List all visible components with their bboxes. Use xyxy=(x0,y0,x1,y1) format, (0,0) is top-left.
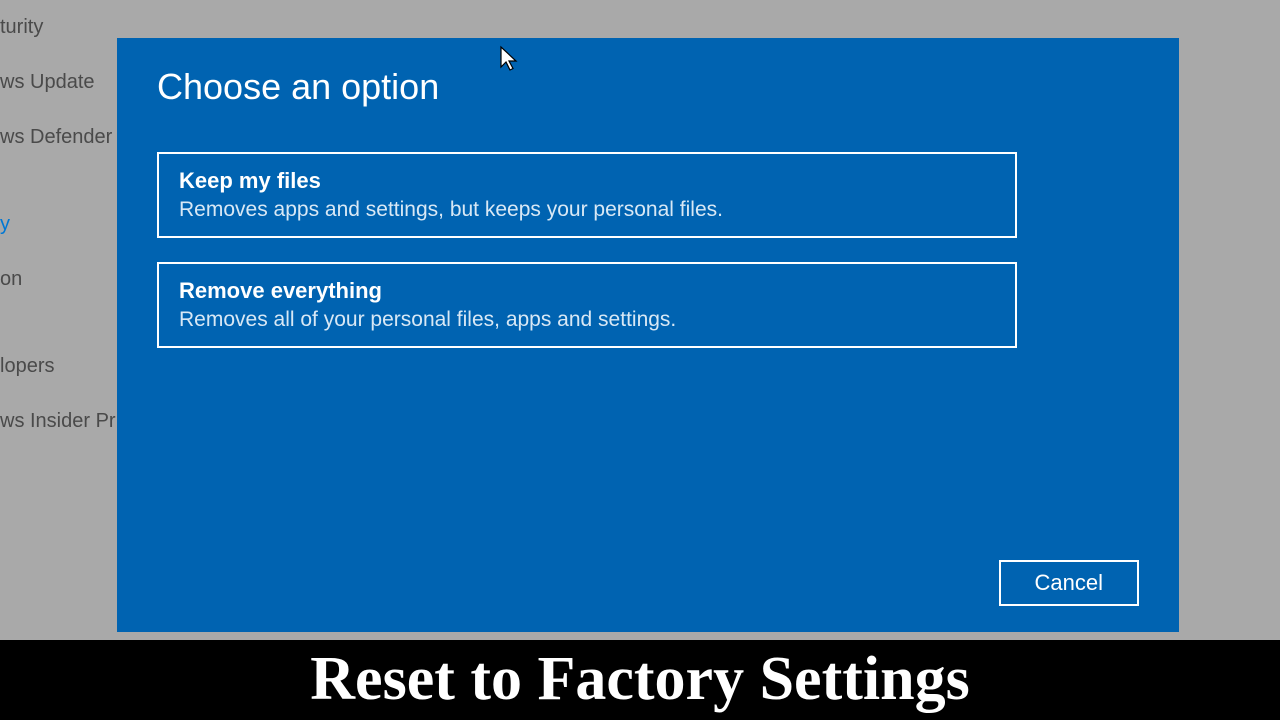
reset-pc-dialog: Choose an option Keep my files Removes a… xyxy=(117,38,1179,632)
sidebar-item-windows-update[interactable]: ws Update xyxy=(0,55,130,110)
option-keep-my-files[interactable]: Keep my files Removes apps and settings,… xyxy=(157,152,1017,238)
sidebar-item-label: ws Defender xyxy=(0,126,112,148)
dialog-footer: Cancel xyxy=(157,560,1139,606)
sidebar-item-insider-program[interactable]: ws Insider Pr xyxy=(0,394,130,449)
sidebar-item-security[interactable]: turity xyxy=(0,0,130,55)
sidebar-item-developers[interactable]: lopers xyxy=(0,339,130,394)
sidebar-item-recovery[interactable]: y xyxy=(0,197,130,252)
dialog-title: Choose an option xyxy=(157,66,1139,108)
sidebar-item-activation[interactable]: on xyxy=(0,252,130,307)
option-remove-everything[interactable]: Remove everything Removes all of your pe… xyxy=(157,262,1017,348)
option-desc: Removes all of your personal files, apps… xyxy=(179,308,995,332)
sidebar-item-label: lopers xyxy=(0,355,54,377)
cancel-button[interactable]: Cancel xyxy=(999,560,1139,606)
sidebar-item-empty[interactable] xyxy=(0,165,130,197)
sidebar-item-label: turity xyxy=(0,16,43,38)
option-desc: Removes apps and settings, but keeps you… xyxy=(179,198,995,222)
settings-sidebar: turity ws Update ws Defender y on lopers… xyxy=(0,0,130,449)
sidebar-item-empty2[interactable] xyxy=(0,307,130,339)
sidebar-item-windows-defender[interactable]: ws Defender xyxy=(0,110,130,165)
option-title: Remove everything xyxy=(179,278,995,304)
sidebar-item-label: ws Update xyxy=(0,71,95,93)
sidebar-item-label: on xyxy=(0,268,22,290)
option-title: Keep my files xyxy=(179,168,995,194)
sidebar-item-label: ws Insider Pr xyxy=(0,410,116,432)
sidebar-item-label: y xyxy=(0,213,10,235)
video-caption: Reset to Factory Settings xyxy=(0,648,1280,720)
